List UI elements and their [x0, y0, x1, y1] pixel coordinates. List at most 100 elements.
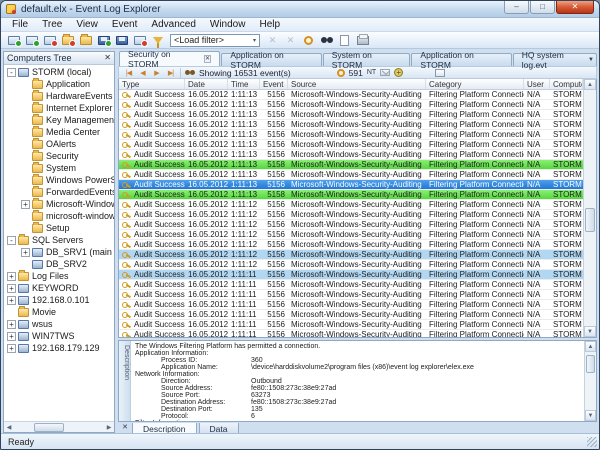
tree-item[interactable]: Movie	[4, 306, 114, 318]
log-tab[interactable]: System on STORM ✕	[323, 53, 411, 66]
tree-close-button[interactable]: ✕	[104, 54, 111, 62]
menu-item[interactable]: Event	[105, 19, 145, 30]
event-row[interactable]: Audit Success 16.05.2012 1:11:11 5156 Mi…	[119, 290, 583, 300]
save-log-button[interactable]	[95, 33, 112, 48]
tree-item[interactable]: Windows PowerShell	[4, 174, 114, 186]
save-workspace-button[interactable]	[113, 33, 130, 48]
connect-computer-button[interactable]	[5, 33, 22, 48]
tree-item[interactable]: Application	[4, 78, 114, 90]
scroll-thumb[interactable]	[586, 355, 595, 373]
scroll-up-icon[interactable]: ▲	[585, 341, 596, 352]
tree-item[interactable]: HardwareEvents	[4, 90, 114, 102]
resize-grip[interactable]	[587, 437, 597, 447]
event-row[interactable]: Audit Success 16.05.2012 1:11:11 5156 Mi…	[119, 270, 583, 280]
find-button[interactable]	[318, 33, 335, 48]
column-header[interactable]: Source	[288, 79, 426, 89]
description-scrollbar[interactable]: ▲ ▼	[584, 341, 596, 421]
grid-vertical-scrollbar[interactable]: ▲ ▼	[583, 79, 596, 337]
load-filter-combobox[interactable]: <Load filter> ▾	[170, 34, 260, 47]
tree-item[interactable]: - SQL Servers	[4, 234, 114, 246]
menu-item[interactable]: View	[69, 19, 105, 30]
tree-expander[interactable]: +	[21, 200, 30, 209]
maximize-button[interactable]: □	[530, 1, 555, 14]
open-log-file-button[interactable]	[77, 33, 94, 48]
menu-item[interactable]: Tree	[35, 19, 69, 30]
tree-expander[interactable]: -	[7, 236, 16, 245]
tree-expander[interactable]: +	[7, 332, 16, 341]
remove-computer-button[interactable]	[41, 33, 58, 48]
add-computer-button[interactable]	[23, 33, 40, 48]
tree-item[interactable]: System	[4, 162, 114, 174]
event-row[interactable]: Audit Success 16.05.2012 1:11:13 5156 Mi…	[119, 130, 583, 140]
tree-item[interactable]: OAlerts	[4, 138, 114, 150]
event-row[interactable]: Audit Success 16.05.2012 1:11:13 5156 Mi…	[119, 170, 583, 180]
tree-item[interactable]: + wsus	[4, 318, 114, 330]
scroll-left-icon[interactable]: ◀	[4, 424, 14, 431]
tab-overflow-button[interactable]: ▼	[588, 57, 594, 63]
mail-icon[interactable]	[380, 69, 390, 76]
tree-item[interactable]: Internet Explorer	[4, 102, 114, 114]
description-close-button[interactable]: ✕	[120, 423, 130, 433]
print-button[interactable]	[354, 33, 371, 48]
tree-item[interactable]: + 192.168.179.129	[4, 342, 114, 354]
tree-item[interactable]: + WIN7TWS	[4, 330, 114, 342]
tree-item[interactable]: + DB_SRV1 (main db)	[4, 246, 114, 258]
menu-item[interactable]: File	[5, 19, 35, 30]
scroll-up-icon[interactable]: ▲	[584, 79, 596, 90]
clear-filter-button[interactable]: ✕	[264, 33, 281, 48]
scroll-thumb[interactable]	[585, 208, 595, 232]
tree-expander[interactable]: +	[7, 320, 16, 329]
tree-horizontal-scrollbar[interactable]: ◀ ▶	[4, 421, 114, 432]
event-row[interactable]: Audit Success 16.05.2012 1:11:11 5156 Mi…	[119, 310, 583, 320]
log-tab[interactable]: HQ system log.evt ✕	[513, 53, 597, 66]
scroll-right-icon[interactable]: ▶	[104, 424, 114, 431]
column-header[interactable]: Computer	[550, 79, 583, 89]
event-row[interactable]: Audit Success 16.05.2012 1:11:12 5156 Mi…	[119, 200, 583, 210]
column-header[interactable]: Event	[260, 79, 288, 89]
tree-expander[interactable]: -	[7, 68, 16, 77]
close-log-button[interactable]	[131, 33, 148, 48]
event-row[interactable]: Audit Success 16.05.2012 1:11:11 5156 Mi…	[119, 330, 583, 337]
event-row[interactable]: Audit Success 16.05.2012 1:11:13 5156 Mi…	[119, 90, 583, 100]
tree-item[interactable]: Media Center	[4, 126, 114, 138]
event-row[interactable]: Audit Success 16.05.2012 1:11:12 5156 Mi…	[119, 260, 583, 270]
minimize-button[interactable]: –	[504, 1, 529, 14]
column-header[interactable]: Type	[119, 79, 185, 89]
log-tab[interactable]: Application on STORM ✕	[221, 53, 321, 66]
tree-expander[interactable]: +	[7, 284, 16, 293]
tree-item[interactable]: + Log Files	[4, 270, 114, 282]
event-row[interactable]: Audit Success 16.05.2012 1:11:13 5156 Mi…	[119, 150, 583, 160]
event-row[interactable]: Audit Success 16.05.2012 1:11:12 5156 Mi…	[119, 230, 583, 240]
column-header[interactable]: Date	[185, 79, 228, 89]
next-event-button[interactable]: ▶	[151, 67, 162, 78]
prev-event-button[interactable]: ◀	[137, 67, 148, 78]
column-header[interactable]: Category	[426, 79, 524, 89]
event-row[interactable]: Audit Success 16.05.2012 1:11:11 5156 Mi…	[119, 320, 583, 330]
tree-item[interactable]: + Microsoft-Windows	[4, 198, 114, 210]
tree-item[interactable]: microsoft-windows-RemoteDeskto	[4, 210, 114, 222]
event-row[interactable]: Audit Success 16.05.2012 1:11:13 5156 Mi…	[119, 140, 583, 150]
view-document-button[interactable]	[336, 33, 353, 48]
filter-button[interactable]	[149, 33, 166, 48]
tree-item[interactable]: - STORM (local)	[4, 66, 114, 78]
event-row[interactable]: Audit Success 16.05.2012 1:11:11 5156 Mi…	[119, 300, 583, 310]
menu-item[interactable]: Help	[252, 19, 287, 30]
event-row[interactable]: Audit Success 16.05.2012 1:11:13 5156 Mi…	[119, 180, 583, 190]
open-log-button[interactable]	[59, 33, 76, 48]
close-button[interactable]: ✕	[556, 1, 594, 14]
tree-item[interactable]: Setup	[4, 222, 114, 234]
last-event-button[interactable]: ▶|	[165, 67, 176, 78]
event-row[interactable]: Audit Success 16.05.2012 1:11:11 5156 Mi…	[119, 280, 583, 290]
log-tab[interactable]: Application on STORM ✕	[411, 53, 511, 66]
time-correction-button[interactable]	[300, 33, 317, 48]
column-header[interactable]: User	[524, 79, 550, 89]
tab-close-icon[interactable]: ✕	[204, 55, 212, 63]
column-header[interactable]: Time	[228, 79, 260, 89]
log-tab[interactable]: Security on STORM ✕	[119, 51, 220, 66]
event-row[interactable]: Audit Success 16.05.2012 1:11:12 5156 Mi…	[119, 240, 583, 250]
menu-item[interactable]: Advanced	[144, 19, 202, 30]
tree-item[interactable]: + KEYWORD	[4, 282, 114, 294]
event-row[interactable]: Audit Success 16.05.2012 1:11:12 5156 Mi…	[119, 250, 583, 260]
event-row[interactable]: Audit Success 16.05.2012 1:11:13 5158 Mi…	[119, 160, 583, 170]
tree-item[interactable]: DB_SRV2	[4, 258, 114, 270]
